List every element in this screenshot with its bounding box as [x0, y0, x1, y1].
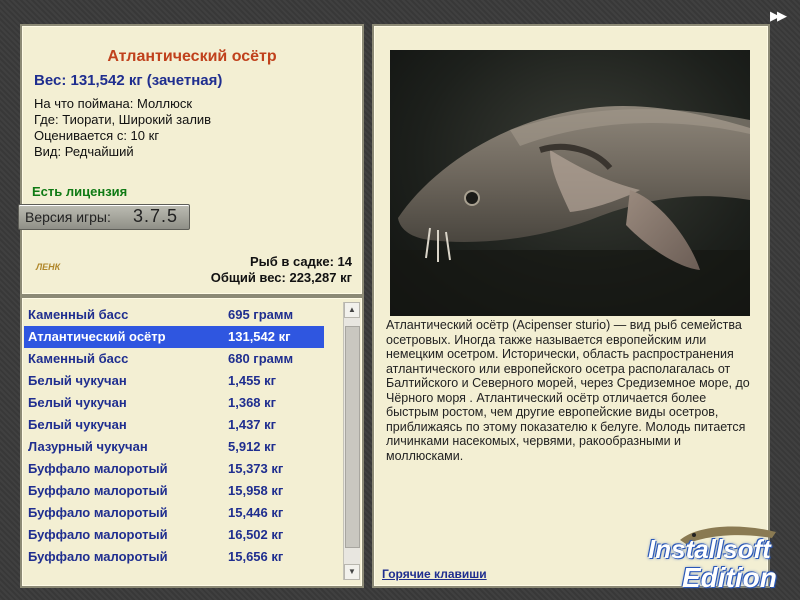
watermark-line2: Edition [682, 562, 777, 593]
list-item[interactable]: Лазурный чукучан 5,912 кг [24, 436, 324, 458]
fish-title: Атлантический осётр [107, 48, 277, 65]
location-info: Где: Тиорати, Широкий залив [34, 112, 212, 127]
version-number: 3.7.5 [133, 206, 179, 226]
fish-weight: Вес: 131,542 кг (зачетная) [34, 72, 223, 89]
scroll-up-icon[interactable]: ▲ [344, 302, 360, 318]
list-item[interactable]: Буффало малоротый 15,958 кг [24, 480, 324, 502]
game-logo: ЛЕНК [36, 262, 61, 272]
catch-list[interactable]: Каменный басс 695 грамм Атлантический осё… [20, 296, 364, 588]
game-version-badge: Версия игры: 3.7.5 [18, 204, 190, 230]
keepnet-count: Рыб в садке: 14 [249, 254, 352, 269]
next-page-arrows-icon[interactable]: ▶▶ [770, 8, 787, 24]
list-item[interactable]: Белый чукучан 1,455 кг [24, 370, 324, 392]
license-status: Есть лицензия [32, 184, 128, 199]
list-item[interactable]: Буффало малоротый 15,446 кг [24, 502, 324, 524]
list-item[interactable]: Буффало малоротый 15,656 кг [24, 546, 324, 568]
watermark-line1: Installsoft [648, 534, 771, 564]
rating-threshold: Оценивается с: 10 кг [34, 128, 160, 143]
list-item[interactable]: Буффало малоротый 16,502 кг [24, 524, 324, 546]
list-item[interactable]: Белый чукучан 1,368 кг [24, 392, 324, 414]
scroll-down-icon[interactable]: ▼ [344, 564, 360, 580]
list-item[interactable]: Буффало малоротый 15,373 кг [24, 458, 324, 480]
fish-info-panel: Атлантический осётр Вес: 131,542 кг (зач… [18, 24, 364, 296]
bait-info: На что поймана: Моллюск [34, 96, 193, 111]
version-label: Версия игры: [25, 209, 111, 225]
list-scrollbar[interactable]: ▲ ▼ [343, 302, 360, 580]
keepnet-total-weight: Общий вес: 223,287 кг [210, 270, 352, 285]
list-item[interactable]: Белый чукучан 1,437 кг [24, 414, 324, 436]
rarity-info: Вид: Редчайший [34, 144, 134, 159]
fish-photo [390, 50, 750, 316]
fish-description: Атлантический осётр (Acipenser sturio) —… [386, 318, 750, 463]
installsoft-watermark: Installsoft Edition [640, 520, 800, 596]
list-item[interactable]: Каменный басс 680 грамм [24, 348, 324, 370]
sturgeon-illustration-icon [390, 106, 750, 316]
scroll-thumb[interactable] [345, 326, 360, 548]
hotkeys-link[interactable]: Горячие клавиши [382, 567, 487, 581]
fish-detail-panel: Атлантический осётр (Acipenser sturio) —… [372, 24, 770, 588]
list-item[interactable]: Каменный басс 695 грамм [24, 304, 324, 326]
list-item-selected[interactable]: Атлантический осётр 131,542 кг [24, 326, 324, 348]
